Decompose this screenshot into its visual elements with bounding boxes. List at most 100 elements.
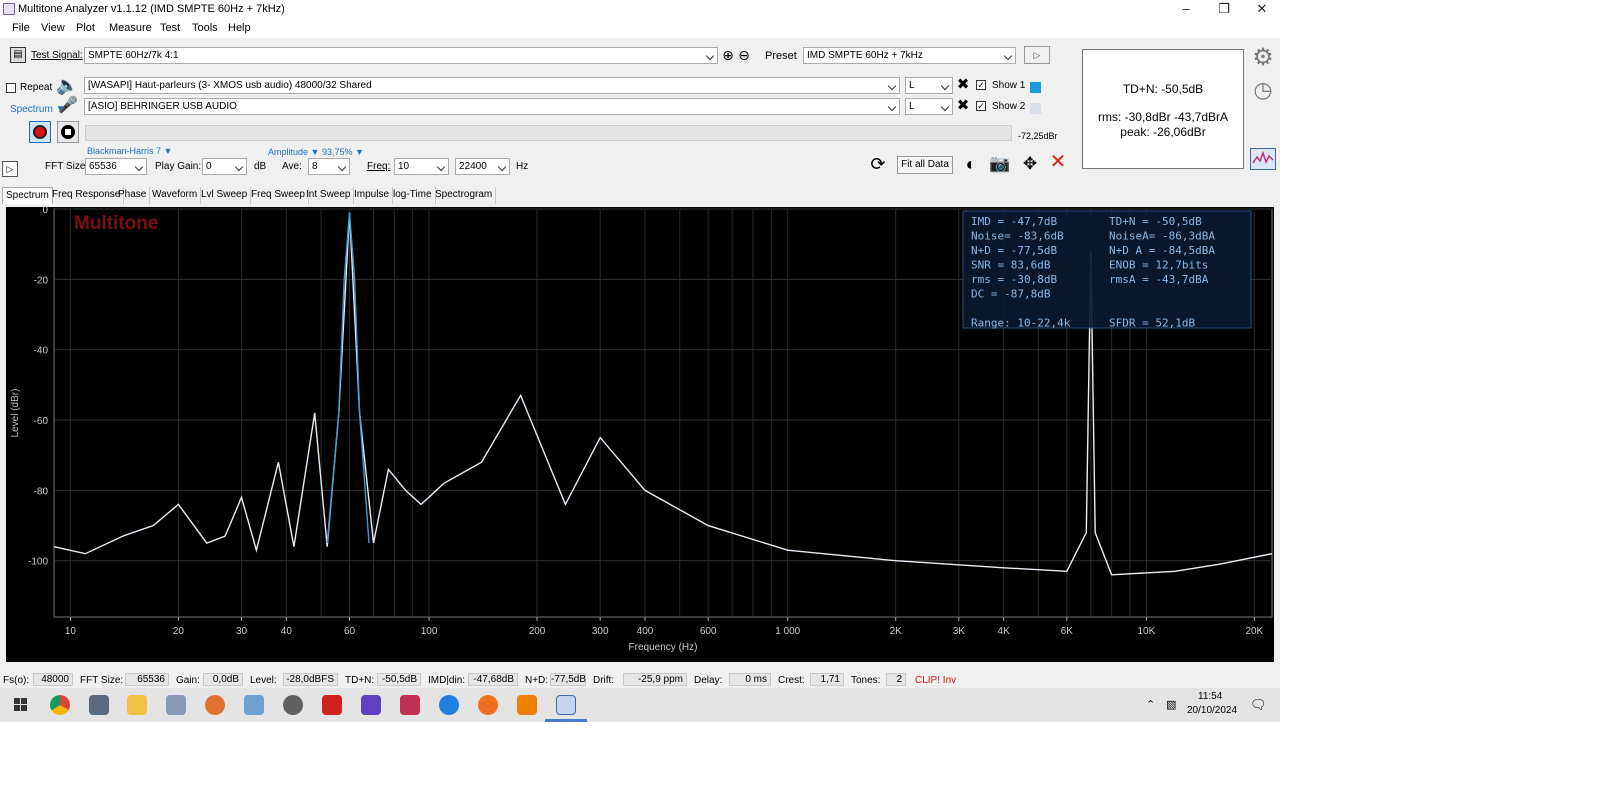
amplitude-dropdown[interactable]: Amplitude ▼ 93,75% ▼ bbox=[268, 147, 364, 157]
play-gain-label: Play Gain: bbox=[155, 161, 202, 172]
pdf-reader-icon[interactable] bbox=[322, 695, 342, 715]
refresh-icon[interactable]: ⟳ bbox=[868, 155, 888, 173]
multitone-taskbar-icon[interactable] bbox=[556, 695, 576, 715]
show1-checkbox[interactable]: ✓ bbox=[976, 80, 986, 90]
paint-icon[interactable] bbox=[166, 695, 186, 715]
ave-select[interactable]: 8 bbox=[308, 158, 350, 175]
y-tick-label: -40 bbox=[34, 346, 49, 357]
x-axis-label: Frequency (Hz) bbox=[629, 642, 698, 653]
calculator-icon[interactable] bbox=[89, 695, 109, 715]
level-meter bbox=[85, 125, 1012, 141]
status-label: Tones: bbox=[851, 675, 881, 686]
tab-spectrogram[interactable]: Spectrogram bbox=[432, 187, 497, 204]
tab-log-time[interactable]: log-Time bbox=[390, 187, 436, 204]
app-icon-blue[interactable] bbox=[244, 695, 264, 715]
tab-waveform[interactable]: Waveform bbox=[149, 187, 202, 204]
status-label: Drift: bbox=[593, 675, 615, 686]
add-icon[interactable]: ⊕ bbox=[721, 46, 735, 64]
menu-tools[interactable]: Tools bbox=[192, 22, 218, 34]
measurement-text: Noise= -83,6dB bbox=[971, 230, 1064, 243]
stop-button[interactable] bbox=[57, 121, 79, 143]
status-label: Gain: bbox=[176, 675, 200, 686]
settings-gear-icon[interactable]: ⚙ bbox=[1250, 46, 1276, 70]
menu-file[interactable]: File bbox=[12, 22, 30, 34]
repeat-checkbox[interactable] bbox=[6, 83, 16, 93]
tab-int-sweep[interactable]: Int Sweep bbox=[303, 187, 355, 204]
vlc-icon[interactable] bbox=[517, 695, 537, 715]
measurement-text: SNR = 83,6dB bbox=[971, 259, 1051, 272]
menu-plot[interactable]: Plot bbox=[76, 22, 95, 34]
play-gain-select[interactable]: 0 bbox=[202, 158, 247, 175]
record-button[interactable] bbox=[29, 121, 51, 143]
status-label: Level: bbox=[250, 675, 277, 686]
chrome-icon[interactable] bbox=[50, 695, 70, 715]
menu-test[interactable]: Test bbox=[160, 22, 180, 34]
output-channel-select[interactable]: L bbox=[905, 77, 953, 94]
minimize-icon[interactable]: – bbox=[1168, 0, 1204, 18]
camera-icon[interactable]: 📷 bbox=[989, 155, 1011, 173]
maximize-icon[interactable]: ❐ bbox=[1206, 0, 1242, 18]
close-icon[interactable]: ✕ bbox=[1244, 0, 1280, 18]
freq-to-select[interactable]: 22400 bbox=[455, 158, 510, 175]
tab-impulse[interactable]: Impulse bbox=[351, 187, 394, 204]
contrast-icon[interactable]: ◐ bbox=[960, 155, 982, 173]
status-value: 0,0dB bbox=[203, 673, 243, 686]
tab-spectrum[interactable]: Spectrum bbox=[2, 187, 53, 204]
y-tick-label: -80 bbox=[34, 486, 49, 497]
clear-icon[interactable]: ✕ bbox=[1047, 152, 1069, 172]
menu-measure[interactable]: Measure bbox=[109, 22, 152, 34]
ave-label: Ave: bbox=[282, 161, 302, 172]
browser-icon[interactable] bbox=[439, 695, 459, 715]
tools-icon-2[interactable]: ✖ bbox=[955, 97, 971, 115]
show2-color-swatch[interactable] bbox=[1030, 103, 1041, 114]
network-icon[interactable]: ▧ bbox=[1166, 698, 1176, 711]
output-device-select[interactable]: [WASAPI] Haut-parleurs (3- XMOS usb audi… bbox=[84, 77, 900, 94]
preset-select[interactable]: IMD SMPTE 60Hz + 7kHz bbox=[803, 47, 1016, 64]
fft-size-select[interactable]: 65536 bbox=[85, 158, 147, 175]
alien-icon[interactable] bbox=[283, 695, 303, 715]
menu-bar: File View Plot Measure Test Tools Help bbox=[0, 18, 1280, 38]
input-device-select[interactable]: [ASIO] BEHRINGER USB AUDIO bbox=[84, 98, 900, 115]
analyzer-icon[interactable] bbox=[1250, 148, 1276, 170]
menu-help[interactable]: Help bbox=[228, 22, 251, 34]
menu-view[interactable]: View bbox=[41, 22, 65, 34]
tab-freq-sweep[interactable]: Freq Sweep bbox=[248, 187, 309, 204]
show1-color-swatch[interactable] bbox=[1030, 82, 1041, 93]
scope-icon[interactable] bbox=[400, 695, 420, 715]
status-value: -77,5dB bbox=[550, 673, 587, 686]
tab-phase[interactable]: Phase bbox=[115, 187, 151, 204]
firefox-icon[interactable] bbox=[478, 695, 498, 715]
tools-icon[interactable]: ✖ bbox=[955, 76, 971, 94]
microphone-icon[interactable]: 🎤 bbox=[58, 97, 78, 115]
save-signal-icon[interactable]: ▤ bbox=[10, 47, 26, 63]
tab-lvl-sweep[interactable]: Lvl Sweep bbox=[198, 187, 252, 204]
preset-apply-icon[interactable]: ▷ bbox=[1024, 46, 1050, 64]
status-label: Fs(o): bbox=[3, 675, 30, 686]
vpn-icon[interactable] bbox=[361, 695, 381, 715]
title-bar: Multitone Analyzer v1.1.12 (IMD SMPTE 60… bbox=[0, 0, 1280, 18]
sidebar-toggle-icon[interactable]: ▷ bbox=[2, 161, 18, 177]
clock-icon[interactable]: ◷ bbox=[1250, 79, 1276, 101]
start-icon[interactable] bbox=[14, 698, 28, 712]
x-tick-label: 60 bbox=[344, 626, 356, 637]
tab-bar: Spectrum Freq Response Phase Waveform Lv… bbox=[0, 187, 1280, 204]
input-channel-select[interactable]: L bbox=[905, 98, 953, 115]
fit-all-button[interactable]: Fit all Data bbox=[897, 156, 953, 174]
x-tick-label: 100 bbox=[421, 626, 438, 637]
x-tick-label: 6K bbox=[1061, 626, 1074, 637]
notification-icon[interactable]: 🗨 bbox=[1250, 697, 1267, 713]
test-signal-label: Test Signal: bbox=[31, 50, 83, 61]
remove-icon[interactable]: ⊖ bbox=[737, 46, 751, 64]
app-icon-orange[interactable] bbox=[205, 695, 225, 715]
file-explorer-icon[interactable] bbox=[127, 695, 147, 715]
freq-from-select[interactable]: 10 bbox=[394, 158, 449, 175]
speaker-icon[interactable]: 🔈 bbox=[56, 76, 78, 94]
test-signal-select[interactable]: SMPTE 60Hz/7k 4:1 bbox=[84, 47, 718, 64]
window-function-dropdown[interactable]: Blackman-Harris 7 ▼ bbox=[87, 146, 172, 156]
spectrum-plot[interactable]: 0 -20 -40 -60 -80 -100 10 20 30 40 60 100 200 300 400 6… bbox=[6, 205, 1274, 662]
show2-checkbox[interactable]: ✓ bbox=[976, 101, 986, 111]
move-icon[interactable]: ✥ bbox=[1019, 155, 1041, 173]
status-value: -50,5dB bbox=[377, 673, 421, 686]
tray-chevron-icon[interactable]: ⌃ bbox=[1146, 698, 1155, 711]
tab-freq-response[interactable]: Freq Response bbox=[49, 187, 125, 204]
